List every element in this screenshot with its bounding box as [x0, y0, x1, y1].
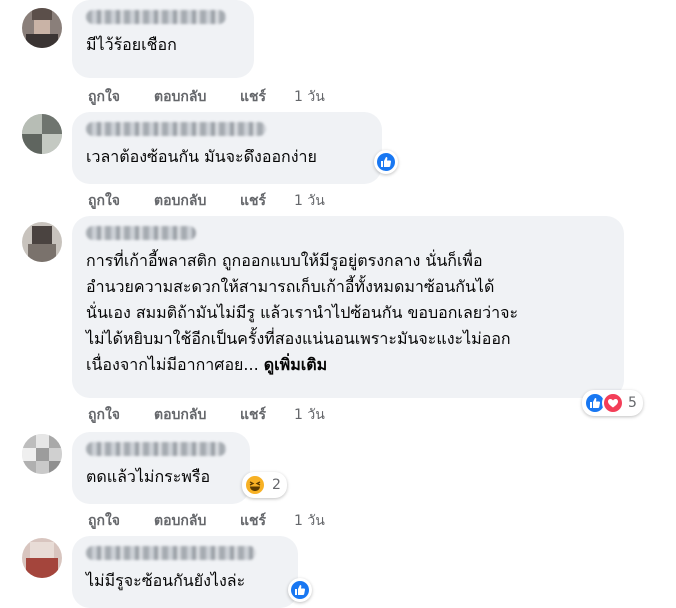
avatar[interactable]	[22, 538, 62, 578]
timestamp[interactable]: 1 วัน	[294, 190, 325, 212]
comment-bubble: เวลาต้องซ้อนกัน มันจะดึงออกง่าย	[72, 112, 382, 184]
timestamp[interactable]: 1 วัน	[294, 86, 325, 108]
reply-link[interactable]: ตอบกลับ	[154, 190, 240, 212]
comment-bubble: การที่เก้าอี้พลาสติก ถูกออกแบบให้มีรูอยู…	[72, 216, 624, 398]
haha-icon	[244, 474, 266, 496]
reaction-summary[interactable]: 5	[582, 390, 643, 416]
comment-actions: ถูกใจ ตอบกลับ แชร์ 1 วัน	[88, 404, 325, 426]
like-link[interactable]: ถูกใจ	[88, 404, 154, 426]
love-icon	[602, 392, 624, 414]
like-link[interactable]: ถูกใจ	[88, 86, 154, 108]
comment-text: มีไว้ร้อยเชือก	[86, 35, 177, 54]
like-icon	[289, 579, 311, 601]
timestamp[interactable]: 1 วัน	[294, 510, 325, 532]
share-link[interactable]: แชร์	[240, 404, 294, 426]
comment-actions: ถูกใจ ตอบกลับ แชร์ 1 วัน	[88, 510, 325, 532]
share-link[interactable]: แชร์	[240, 190, 294, 212]
avatar[interactable]	[22, 114, 62, 154]
timestamp[interactable]: 1 วัน	[294, 404, 325, 426]
like-link[interactable]: ถูกใจ	[88, 190, 154, 212]
share-link[interactable]: แชร์	[240, 86, 294, 108]
comment-text: ตดแล้วไม่กระพรือ	[86, 467, 211, 486]
author-name[interactable]	[86, 226, 196, 240]
reply-link[interactable]: ตอบกลับ	[154, 404, 240, 426]
author-name[interactable]	[86, 10, 226, 24]
author-name[interactable]	[86, 122, 266, 136]
reaction-summary[interactable]: 2	[242, 472, 287, 498]
comment-bubble: ตดแล้วไม่กระพรือ	[72, 432, 250, 504]
author-name[interactable]	[86, 546, 256, 560]
reaction-count: 5	[628, 395, 637, 411]
comment-text: เวลาต้องซ้อนกัน มันจะดึงออกง่าย	[86, 147, 317, 166]
author-name[interactable]	[86, 442, 226, 456]
comment-text: การที่เก้าอี้พลาสติก ถูกออกแบบให้มีรูอยู…	[86, 248, 610, 378]
reaction-summary[interactable]	[288, 578, 312, 602]
avatar[interactable]	[22, 222, 62, 262]
see-more-link[interactable]: ดูเพิ่มเติม	[264, 355, 327, 374]
comment-bubble: ไม่มีรูจะซ้อนกันยังไงล่ะ	[72, 536, 298, 608]
reply-link[interactable]: ตอบกลับ	[154, 86, 240, 108]
comment-text: ไม่มีรูจะซ้อนกันยังไงล่ะ	[86, 571, 246, 590]
avatar[interactable]	[22, 8, 62, 48]
comment-bubble: มีไว้ร้อยเชือก	[72, 0, 254, 78]
reaction-summary[interactable]	[374, 150, 398, 174]
like-icon	[375, 151, 397, 173]
reply-link[interactable]: ตอบกลับ	[154, 510, 240, 532]
like-link[interactable]: ถูกใจ	[88, 510, 154, 532]
avatar[interactable]	[22, 434, 62, 474]
share-link[interactable]: แชร์	[240, 510, 294, 532]
reaction-count: 2	[272, 477, 281, 493]
comment-actions: ถูกใจ ตอบกลับ แชร์ 1 วัน	[88, 190, 325, 212]
comment-actions: ถูกใจ ตอบกลับ แชร์ 1 วัน	[88, 86, 325, 108]
